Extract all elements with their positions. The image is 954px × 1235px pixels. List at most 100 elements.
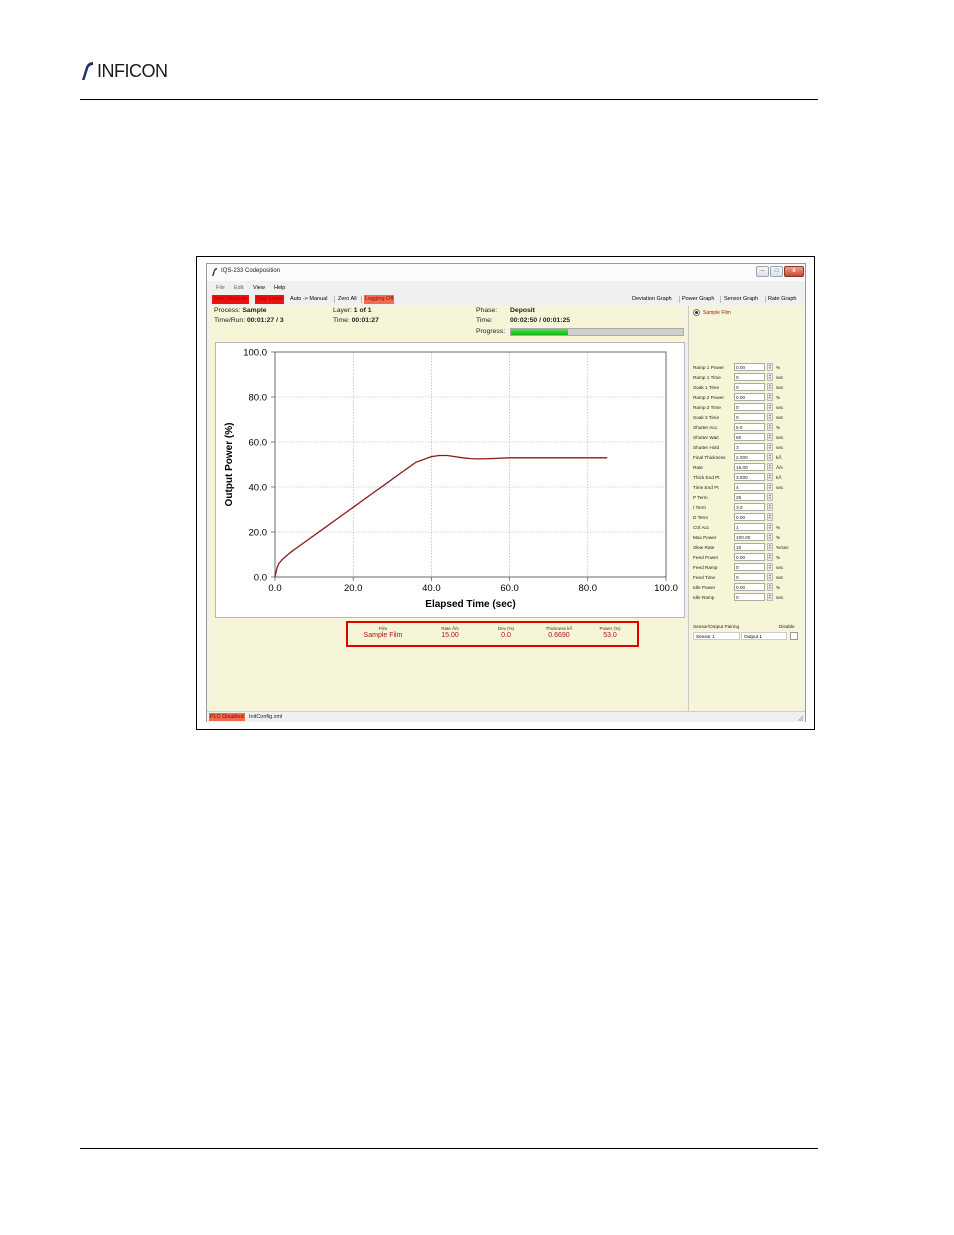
spinner-arrows-icon[interactable]: ▲ ▼ [767,573,773,581]
spinner-arrows-icon[interactable]: ▲ ▼ [767,383,773,391]
output-power-series-line [274,454,608,578]
param-input[interactable]: 0 [734,563,765,571]
param-input[interactable]: 0.00 [734,553,765,561]
param-row: Feed Ramp 0 ▲ ▼ sec [693,563,803,572]
param-unit: sec [776,375,784,380]
x-tick-label: 80.0 [579,583,598,594]
sensor-cell[interactable]: Sensor 1 [693,632,740,640]
spinner-arrows-icon[interactable]: ▲ ▼ [767,493,773,501]
phase-time-label: Time: [476,317,493,324]
spinner-arrows-icon[interactable]: ▲ ▼ [767,393,773,401]
spinner-arrows-icon[interactable]: ▲ ▼ [767,473,773,481]
param-unit: sec [776,575,784,580]
spinner-arrows-icon[interactable]: ▲ ▼ [767,563,773,571]
param-input[interactable]: 5.0 [734,423,765,431]
toolbar-separator [361,296,362,303]
spinner-arrows-icon[interactable]: ▲ ▼ [767,523,773,531]
maximize-button[interactable]: □ [770,266,783,277]
auto-manual-button[interactable]: Auto -> Manual [289,295,328,304]
param-input[interactable]: 0 [734,383,765,391]
menu-help[interactable]: Help [274,285,285,291]
film-radio[interactable]: Sample Film [693,309,731,316]
spinner-arrows-icon[interactable]: ▲ ▼ [767,463,773,471]
spinner-arrows-icon[interactable]: ▲ ▼ [767,543,773,551]
param-input[interactable]: 3 [734,443,765,451]
spinner-arrows-icon[interactable]: ▲ ▼ [767,443,773,451]
param-input[interactable]: 100.00 [734,533,765,541]
spinner-arrows-icon[interactable]: ▲ ▼ [767,593,773,601]
toolbar-separator [720,296,721,303]
param-input[interactable]: 3.000 [734,473,765,481]
footer-rule [80,1148,818,1149]
spinner-arrows-icon[interactable]: ▲ ▼ [767,413,773,421]
deviation-graph-button[interactable]: Deviation Graph [631,295,673,304]
param-label: Thick End Pt [693,475,720,480]
param-unit: Å/s [776,465,783,470]
param-input[interactable]: 0 [734,403,765,411]
param-label: P Term [693,495,708,500]
param-row: Slew Rate 10 ▲ ▼ %/sec [693,543,803,552]
resize-grip-icon[interactable] [797,715,803,721]
param-label: Ramp 1 Power [693,365,725,370]
start-simulate-button[interactable]: Start Simulate [212,295,249,304]
output-cell[interactable]: Output 1 [741,632,787,640]
sensor-graph-button[interactable]: Sensor Graph [723,295,759,304]
spinner-arrows-icon[interactable]: ▲ ▼ [767,433,773,441]
param-label: Slew Rate [693,545,715,550]
param-input[interactable]: 1 [734,523,765,531]
param-input[interactable]: 3.0 [734,503,765,511]
power-chart-svg: 0.0 20.0 40.0 60.0 80.0 100.0 0.0 20.0 40.0 60.0 8… [224,348,678,611]
param-input[interactable]: 0.00 [734,583,765,591]
logging-button[interactable]: Logging Off [364,295,395,304]
param-unit: % [776,555,781,560]
param-input[interactable]: 60 [734,433,765,441]
menu-file[interactable]: File [216,285,225,291]
param-row: Rate 15.00 ▲ ▼ Å/s [693,463,803,472]
toolbar-separator [679,296,680,303]
param-label: D Term [693,515,709,520]
param-input[interactable]: 4 [734,483,765,491]
spinner-arrows-icon[interactable]: ▲ ▼ [767,403,773,411]
toolbar: Start Simulate Stop Layer Auto -> Manual… [207,294,805,305]
pairing-header-label: Sensor/Output Pairing [693,624,740,629]
y-tick-label: 80.0 [249,393,268,404]
param-label: I Term [693,505,706,510]
layer-value: 1 of 1 [353,307,372,314]
param-input[interactable]: 0.00 [734,363,765,371]
spinner-arrows-icon[interactable]: ▲ ▼ [767,533,773,541]
spinner-arrows-icon[interactable]: ▲ ▼ [767,423,773,431]
summary-film-value: Sample Film [363,632,403,639]
spinner-arrows-icon[interactable]: ▲ ▼ [767,373,773,381]
y-tick-label: 100.0 [243,348,267,359]
time-info: Time: 00:01:27 [333,317,379,324]
param-input[interactable]: 0 [734,593,765,601]
menu-edit[interactable]: Edit [234,285,243,291]
spinner-arrows-icon[interactable]: ▲ ▼ [767,513,773,521]
param-input[interactable]: 0 [734,413,765,421]
disable-checkbox[interactable] [790,632,798,640]
param-input[interactable]: 10 [734,543,765,551]
spinner-arrows-icon[interactable]: ▲ ▼ [767,363,773,371]
param-input[interactable]: 0.00 [734,513,765,521]
stop-layer-button[interactable]: Stop Layer [255,295,284,304]
minimize-button[interactable]: – [756,266,769,277]
spinner-arrows-icon[interactable]: ▲ ▼ [767,483,773,491]
spinner-arrows-icon[interactable]: ▲ ▼ [767,553,773,561]
param-label: Rate [693,465,703,470]
param-label: Feed Time [693,575,716,580]
rate-graph-button[interactable]: Rate Graph [767,295,797,304]
menu-view[interactable]: View [253,285,265,291]
param-input[interactable]: 0 [734,373,765,381]
param-input[interactable]: 25 [734,493,765,501]
spinner-arrows-icon[interactable]: ▲ ▼ [767,583,773,591]
zero-all-button[interactable]: Zero All [337,295,358,304]
param-input[interactable]: 15.00 [734,463,765,471]
power-graph-button[interactable]: Power Graph [681,295,715,304]
param-input[interactable]: 0 [734,573,765,581]
close-button[interactable]: x [784,266,804,277]
param-input[interactable]: 2.000 [734,453,765,461]
inficon-logo: INFICON [80,60,168,82]
param-input[interactable]: 0.00 [734,393,765,401]
spinner-arrows-icon[interactable]: ▲ ▼ [767,453,773,461]
spinner-arrows-icon[interactable]: ▲ ▼ [767,503,773,511]
